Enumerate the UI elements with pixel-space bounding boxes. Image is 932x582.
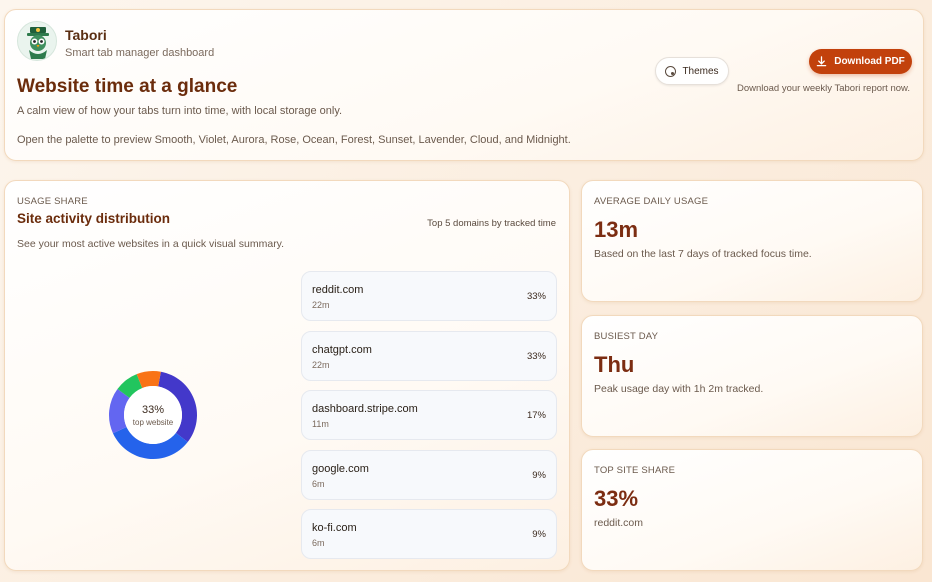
domain-item-chatgpt[interactable]: chatgpt.com 22m 33% [301, 331, 557, 381]
stat-description: reddit.com [594, 517, 644, 529]
stat-description: Peak usage day with 1h 2m tracked. [594, 383, 764, 395]
usage-description: See your most active websites in a quick… [17, 238, 285, 250]
page-description: A calm view of how your tabs turn into t… [17, 105, 343, 117]
domain-item-reddit[interactable]: reddit.com 22m 33% [301, 271, 557, 321]
themes-button[interactable]: Themes [655, 57, 729, 85]
domain-item-google[interactable]: google.com 6m 9% [301, 450, 557, 500]
domain-percentage: 17% [526, 410, 546, 421]
tabori-logo [17, 21, 57, 61]
download-pdf-button[interactable]: Download PDF [809, 49, 912, 74]
domain-name: dashboard.stripe.com [312, 403, 418, 415]
brand-subtitle: Smart tab manager dashboard [65, 47, 215, 59]
domain-percentage: 33% [526, 351, 546, 362]
domain-time: 6m [312, 538, 325, 548]
domain-item-stripe[interactable]: dashboard.stripe.com 11m 17% [301, 390, 557, 440]
top-site-share-card: TOP SITE SHARE 33% reddit.com [581, 449, 923, 571]
domain-time: 22m [312, 300, 330, 310]
domain-percentage: 9% [532, 470, 546, 481]
domain-percentage: 9% [532, 529, 546, 540]
busiest-day-card: BUSIEST DAY Thu Peak usage day with 1h 2… [581, 315, 923, 437]
download-pdf-label: Download PDF [834, 56, 905, 67]
domain-percentage: 33% [526, 291, 546, 302]
stat-label: TOP SITE SHARE [594, 465, 676, 476]
usage-eyebrow: USAGE SHARE [17, 196, 88, 207]
domain-name: reddit.com [312, 284, 364, 296]
palette-note: Open the palette to preview Smooth, Viol… [17, 134, 571, 146]
stat-label: BUSIEST DAY [594, 331, 659, 342]
average-daily-usage-card: AVERAGE DAILY USAGE 13m Based on the las… [581, 180, 923, 302]
stat-value: 13m [594, 217, 639, 242]
themes-button-label: Themes [682, 65, 719, 77]
usage-title: Site activity distribution [17, 211, 171, 226]
domain-name: google.com [312, 463, 369, 475]
header-card: Tabori Smart tab manager dashboard Websi… [4, 9, 924, 161]
usage-share-card: USAGE SHARE Site activity distribution T… [4, 180, 570, 571]
domain-name: chatgpt.com [312, 344, 372, 356]
domain-time: 6m [312, 479, 325, 489]
download-icon [816, 56, 827, 67]
stat-description: Based on the last 7 days of tracked focu… [594, 248, 812, 260]
stat-value: 33% [594, 486, 639, 511]
stat-label: AVERAGE DAILY USAGE [594, 196, 709, 207]
donut-percentage: 33% [141, 403, 165, 416]
usage-top-note: Top 5 domains by tracked time [427, 218, 556, 229]
palette-icon [665, 65, 677, 77]
domain-name: ko-fi.com [312, 522, 357, 534]
donut-center: 33% top website [107, 369, 199, 461]
domain-time: 11m [312, 419, 329, 429]
brand-name: Tabori [65, 27, 107, 43]
download-note: Download your weekly Tabori report now. [736, 83, 910, 94]
domain-item-kofi[interactable]: ko-fi.com 6m 9% [301, 509, 557, 559]
stat-value: Thu [594, 352, 635, 377]
domain-time: 22m [312, 360, 330, 370]
page-title: Website time at a glance [17, 76, 238, 97]
donut-label: top website [132, 417, 174, 427]
